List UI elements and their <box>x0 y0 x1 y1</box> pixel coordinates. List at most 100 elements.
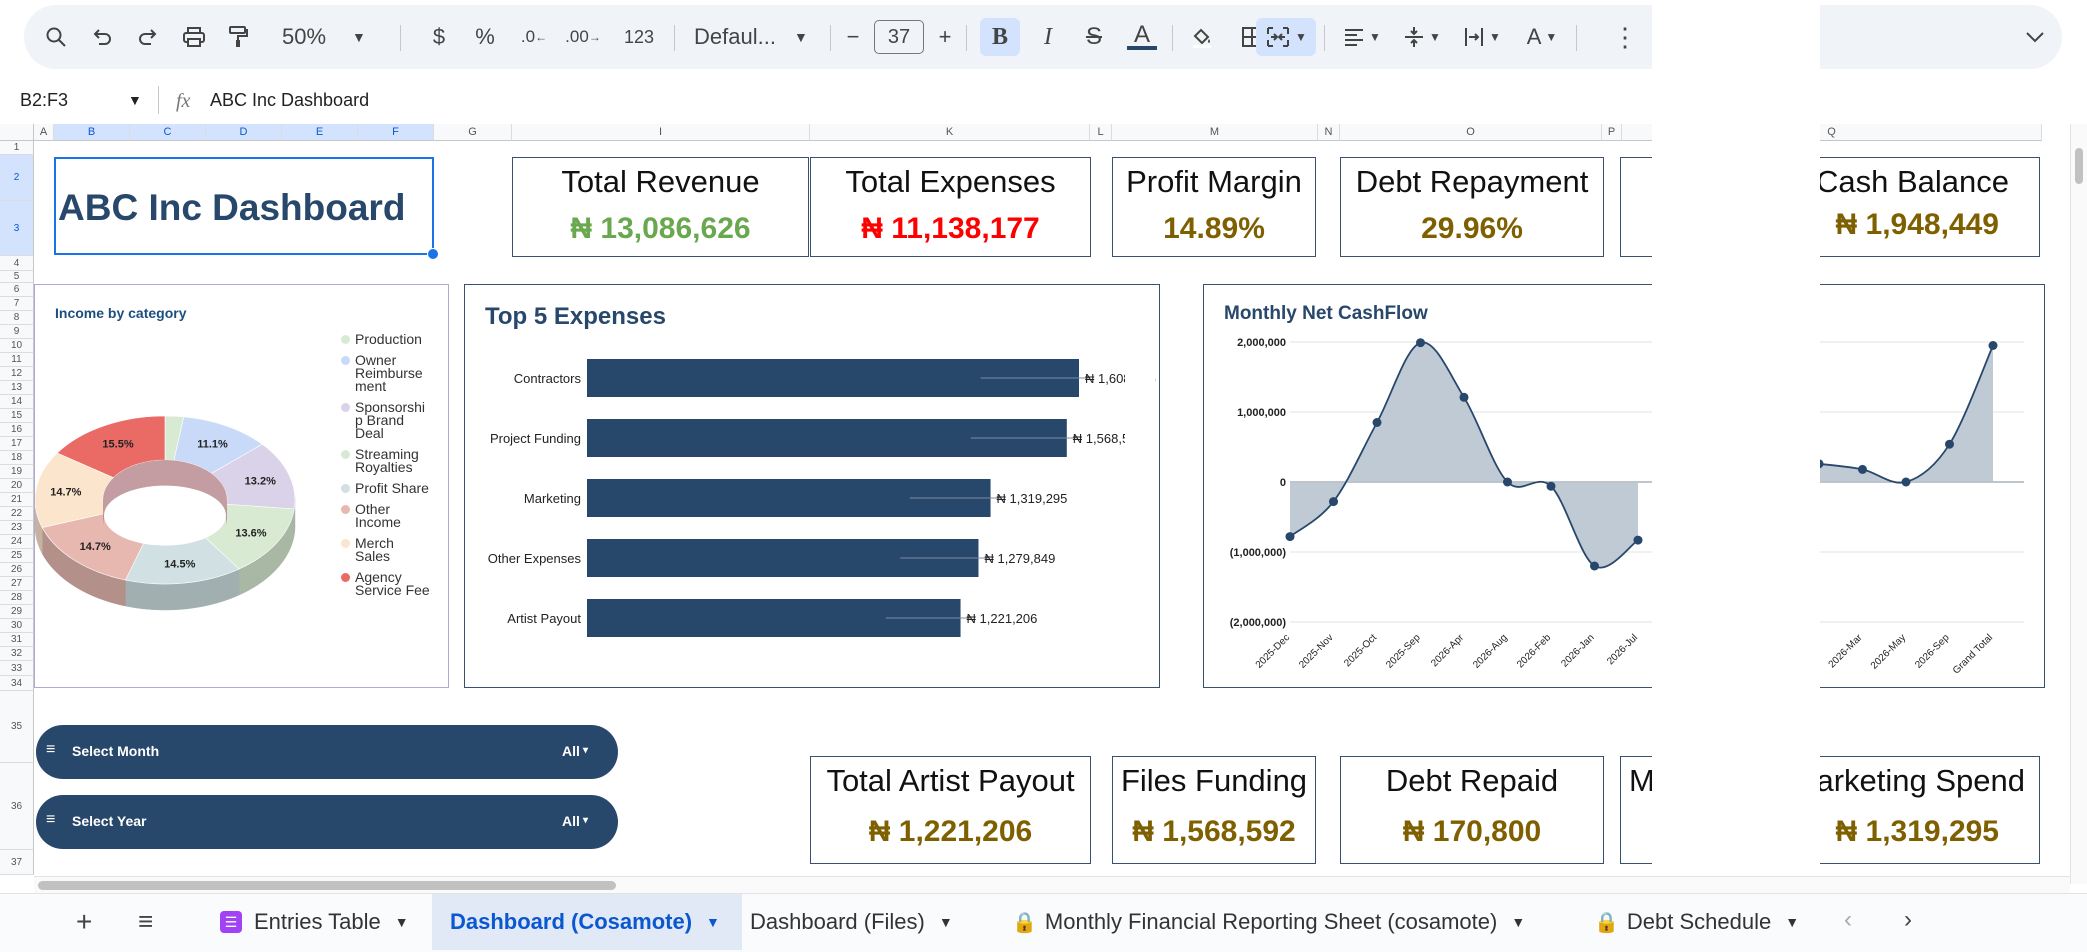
row-header[interactable]: 2 <box>0 155 34 201</box>
income-by-category-chart[interactable]: Income by category 11.1% 13.2% 13.6% 14.5% 1… <box>34 284 449 688</box>
decrease-decimal-button[interactable]: .0 ← <box>514 5 554 69</box>
column-header[interactable]: G <box>434 124 512 141</box>
column-header[interactable]: I <box>512 124 810 141</box>
row-header[interactable]: 4 <box>0 256 34 271</box>
row-header[interactable]: 33 <box>0 661 34 676</box>
name-box[interactable]: B2:F3 <box>20 90 68 111</box>
row-header[interactable]: 19 <box>0 465 34 479</box>
row-header[interactable]: 9 <box>0 325 34 339</box>
sheet-tab[interactable]: 🔒 Monthly Financial Reporting Sheet (cosa… <box>1004 894 1586 950</box>
row-header[interactable]: 10 <box>0 339 34 353</box>
scroll-tabs-right-icon[interactable]: › <box>1904 906 1912 934</box>
text-rotation-icon[interactable]: A ▼ <box>1514 5 1570 69</box>
vertical-scroll-thumb[interactable] <box>2075 148 2083 184</box>
paint-format-icon[interactable] <box>220 5 256 69</box>
currency-button[interactable]: $ <box>424 5 454 69</box>
number-format-button[interactable]: 123 <box>616 5 662 69</box>
row-header[interactable]: 20 <box>0 479 34 493</box>
horizontal-scroll-thumb[interactable] <box>38 881 616 890</box>
sheet-tab[interactable]: 🔒 Debt Schedule ▼ <box>1586 894 1826 950</box>
column-header[interactable]: E <box>282 124 358 141</box>
search-icon[interactable] <box>38 5 74 69</box>
formula-input[interactable]: ABC Inc Dashboard <box>210 90 369 111</box>
row-header[interactable]: 13 <box>0 381 34 395</box>
fill-handle[interactable] <box>427 248 439 260</box>
font-size-decrease-button[interactable]: − <box>840 5 866 69</box>
row-header[interactable]: 17 <box>0 437 34 451</box>
row-header[interactable]: 30 <box>0 619 34 633</box>
row-header[interactable]: 26 <box>0 563 34 577</box>
row-header[interactable]: 12 <box>0 367 34 381</box>
scroll-tabs-left-icon[interactable]: ‹ <box>1844 906 1852 934</box>
strikethrough-button[interactable]: S <box>1076 5 1112 69</box>
row-header[interactable]: 35 <box>0 691 34 763</box>
row-header[interactable]: 27 <box>0 577 34 591</box>
monthly-cashflow-chart[interactable]: Monthly Net CashFlow 2,000,000 1,000,000 0… <box>1203 284 2045 688</box>
fill-color-icon[interactable] <box>1184 5 1220 69</box>
column-header[interactable]: K <box>810 124 1090 141</box>
row-header[interactable]: 18 <box>0 451 34 465</box>
row-header[interactable]: 11 <box>0 353 34 367</box>
text-color-button[interactable]: A <box>1124 5 1160 69</box>
sheet-tab[interactable]: Dashboard (Files) ▼ <box>742 894 1004 950</box>
column-header[interactable]: O <box>1340 124 1602 141</box>
column-header[interactable]: N <box>1318 124 1340 141</box>
italic-button[interactable]: I <box>1030 5 1066 69</box>
row-header[interactable]: 22 <box>0 507 34 521</box>
percent-button[interactable]: % <box>470 5 500 69</box>
row-header[interactable]: 25 <box>0 549 34 563</box>
column-header[interactable]: D <box>206 124 282 141</box>
row-header[interactable]: 23 <box>0 521 34 535</box>
row-header[interactable]: 24 <box>0 535 34 549</box>
column-header[interactable]: A <box>34 124 54 141</box>
all-sheets-icon[interactable]: ≡ <box>138 906 153 937</box>
row-header[interactable]: 28 <box>0 591 34 605</box>
print-icon[interactable] <box>176 5 212 69</box>
font-size-input[interactable]: 37 <box>874 5 924 69</box>
collapse-toolbar-icon[interactable] <box>2020 5 2050 69</box>
row-header[interactable]: 32 <box>0 647 34 661</box>
row-header[interactable]: 8 <box>0 311 34 325</box>
row-header[interactable]: 15 <box>0 409 34 423</box>
row-header[interactable]: 37 <box>0 850 34 875</box>
add-sheet-icon[interactable]: + <box>76 906 92 938</box>
more-icon[interactable]: ⋮ <box>1610 5 1640 69</box>
row-header[interactable]: 5 <box>0 271 34 283</box>
column-header[interactable]: C <box>130 124 206 141</box>
sheet-tab[interactable]: ☰ Entries Table ▼ <box>212 894 420 950</box>
title-cell[interactable]: ABC Inc Dashboard <box>54 157 439 260</box>
row-header[interactable]: 7 <box>0 297 34 311</box>
redo-icon[interactable] <box>130 5 166 69</box>
bold-button[interactable]: B <box>980 18 1020 56</box>
column-header[interactable]: L <box>1090 124 1112 141</box>
sheet-tab[interactable]: Dashboard (Cosamote) ▼ <box>432 894 742 950</box>
row-header[interactable]: 16 <box>0 423 34 437</box>
chevron-down-icon[interactable]: ▼ <box>128 92 142 108</box>
row-header[interactable]: 29 <box>0 605 34 619</box>
horizontal-align-icon[interactable]: ▼ <box>1334 5 1390 69</box>
select-year-filter[interactable]: ≡ Select Year All ▾ <box>36 795 618 849</box>
row-header[interactable]: 36 <box>0 763 34 850</box>
row-header[interactable]: 21 <box>0 493 34 507</box>
row-header[interactable]: 31 <box>0 633 34 647</box>
row-header[interactable]: 6 <box>0 283 34 297</box>
row-header[interactable]: 34 <box>0 676 34 691</box>
vertical-scrollbar[interactable] <box>2070 124 2087 884</box>
top-expenses-chart[interactable]: Top 5 Expenses Contractors ₦ 1,608,485 Pro… <box>464 284 1160 688</box>
font-select[interactable]: Defaul... ▼ <box>694 5 824 69</box>
column-header[interactable]: B <box>54 124 130 141</box>
column-header[interactable]: P <box>1602 124 1622 141</box>
merge-cells-icon[interactable]: ▼ <box>1256 18 1316 56</box>
row-header[interactable]: 14 <box>0 395 34 409</box>
zoom-select[interactable]: 50% ▼ <box>282 5 372 69</box>
select-month-filter[interactable]: ≡ Select Month All ▾ <box>36 725 618 779</box>
horizontal-scrollbar[interactable] <box>34 876 2070 894</box>
text-wrap-icon[interactable]: ▼ <box>1454 5 1510 69</box>
row-header[interactable]: 1 <box>0 141 34 155</box>
row-header[interactable]: 3 <box>0 201 34 256</box>
column-header[interactable]: F <box>358 124 434 141</box>
column-header[interactable]: M <box>1112 124 1318 141</box>
vertical-align-icon[interactable]: ▼ <box>1394 5 1450 69</box>
font-size-increase-button[interactable]: + <box>932 5 958 69</box>
select-all-corner[interactable] <box>0 124 34 141</box>
